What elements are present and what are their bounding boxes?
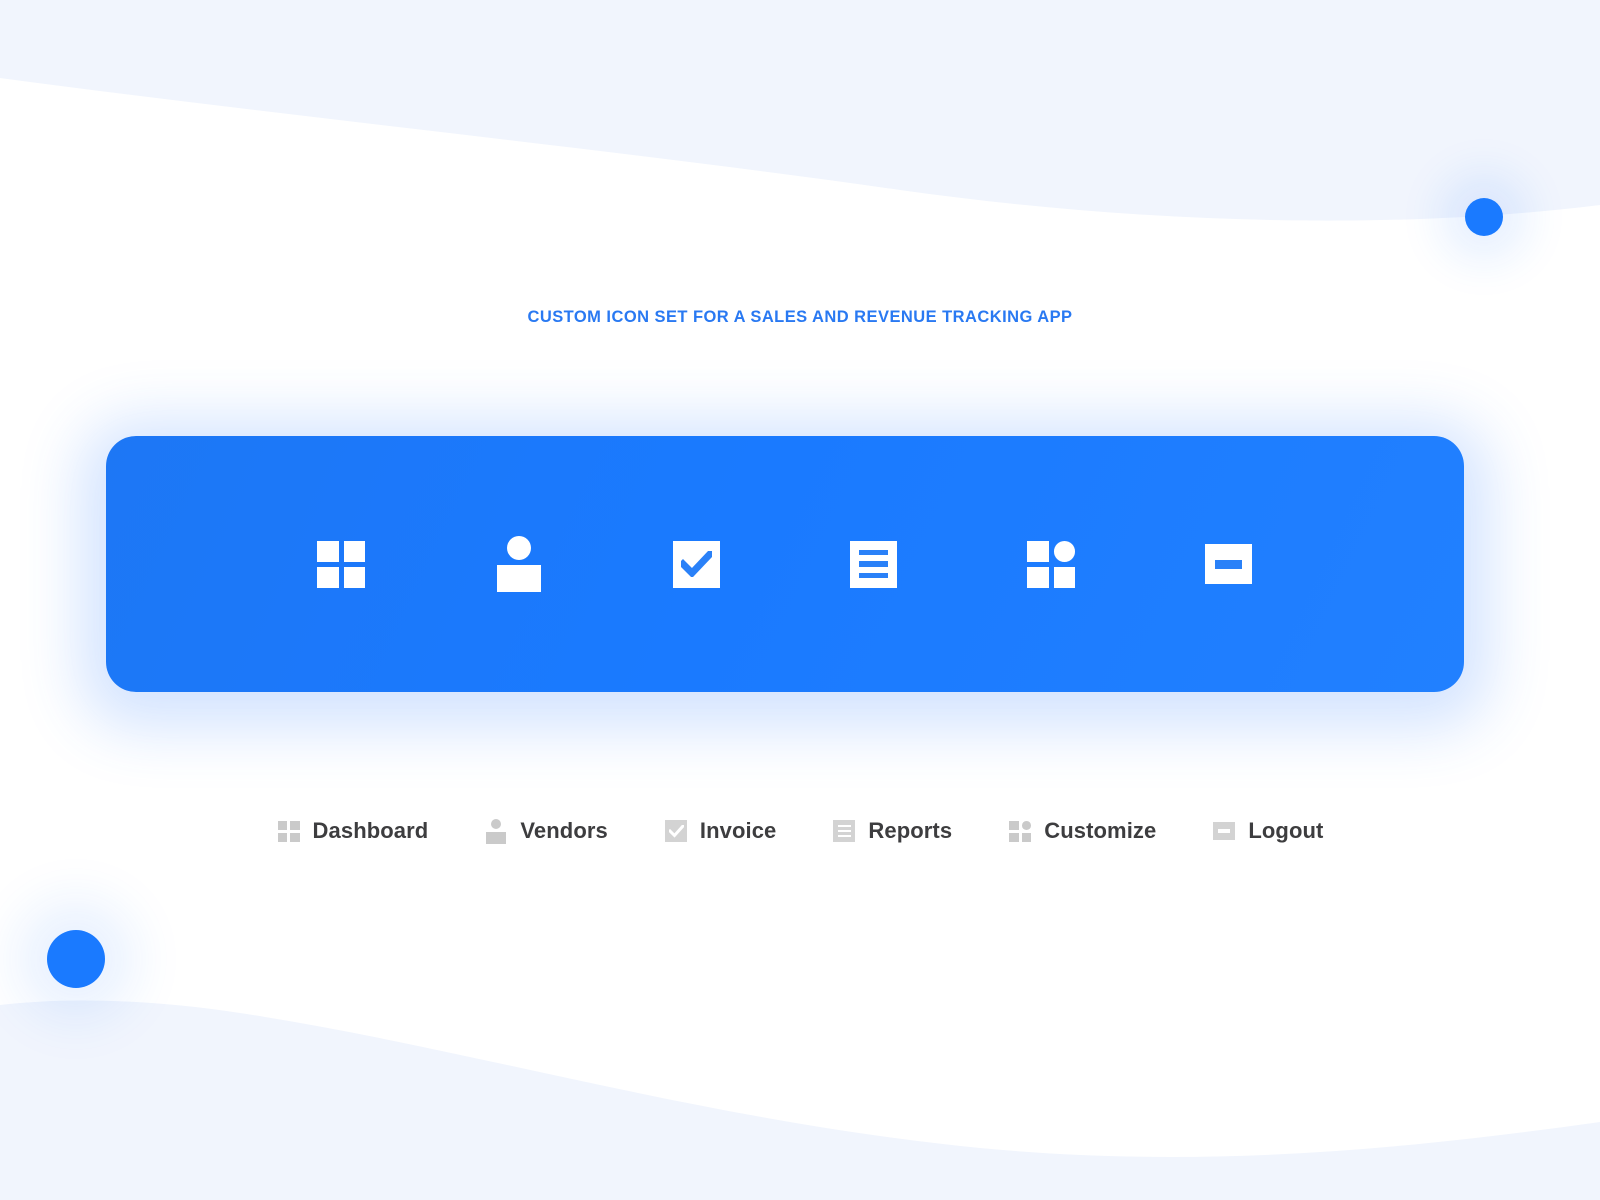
logout-icon xyxy=(1212,818,1236,844)
grid-3-plus-dot-glyph xyxy=(1009,820,1032,842)
person-glyph xyxy=(486,818,507,844)
legend-item-logout[interactable]: Logout xyxy=(1212,818,1323,844)
reports-icon xyxy=(832,818,856,844)
legend-item-label: Reports xyxy=(868,818,953,843)
decorative-circle-bottom-left xyxy=(47,930,105,988)
legend-item-vendors[interactable]: Vendors xyxy=(484,818,608,844)
person-glyph xyxy=(496,536,541,592)
icon-showcase-card xyxy=(106,436,1464,692)
grid-4-glyph xyxy=(317,540,365,588)
logout-icon[interactable] xyxy=(1190,525,1268,603)
dashboard-icon xyxy=(277,818,301,844)
invoice-icon xyxy=(664,818,688,844)
legend-item-label: Invoice xyxy=(699,818,777,843)
minus-box-glyph xyxy=(1213,822,1236,840)
legend-item-invoice[interactable]: Invoice xyxy=(664,818,777,844)
customize-icon[interactable] xyxy=(1012,525,1090,603)
minus-box-glyph xyxy=(1205,544,1253,584)
legend-item-label: Dashboard xyxy=(312,818,429,843)
top-wave-shape xyxy=(0,0,1600,221)
reports-icon[interactable] xyxy=(835,525,913,603)
icon-legend-row: Dashboard Vendors Invoice Reports Custom… xyxy=(0,818,1600,844)
document-lines-glyph xyxy=(833,820,856,842)
decorative-circle-top-right xyxy=(1465,198,1503,236)
legend-item-reports[interactable]: Reports xyxy=(832,818,952,844)
legend-item-label: Logout xyxy=(1248,818,1324,843)
checkbox-glyph xyxy=(672,540,720,588)
legend-item-label: Vendors xyxy=(520,818,608,843)
legend-item-label: Customize xyxy=(1044,818,1157,843)
vendors-icon[interactable] xyxy=(480,525,558,603)
document-lines-glyph xyxy=(850,540,898,588)
grid-4-glyph xyxy=(277,820,300,842)
legend-item-customize[interactable]: Customize xyxy=(1008,818,1156,844)
legend-item-dashboard[interactable]: Dashboard xyxy=(277,818,429,844)
checkbox-glyph xyxy=(664,820,687,842)
vendors-icon xyxy=(484,818,508,844)
customize-icon xyxy=(1008,818,1032,844)
page-title: CUSTOM ICON SET FOR A SALES AND REVENUE … xyxy=(527,308,1073,326)
bottom-wave-shape xyxy=(0,1000,1600,1200)
dashboard-icon[interactable] xyxy=(302,525,380,603)
grid-3-plus-dot-glyph xyxy=(1027,540,1076,588)
invoice-icon[interactable] xyxy=(657,525,735,603)
